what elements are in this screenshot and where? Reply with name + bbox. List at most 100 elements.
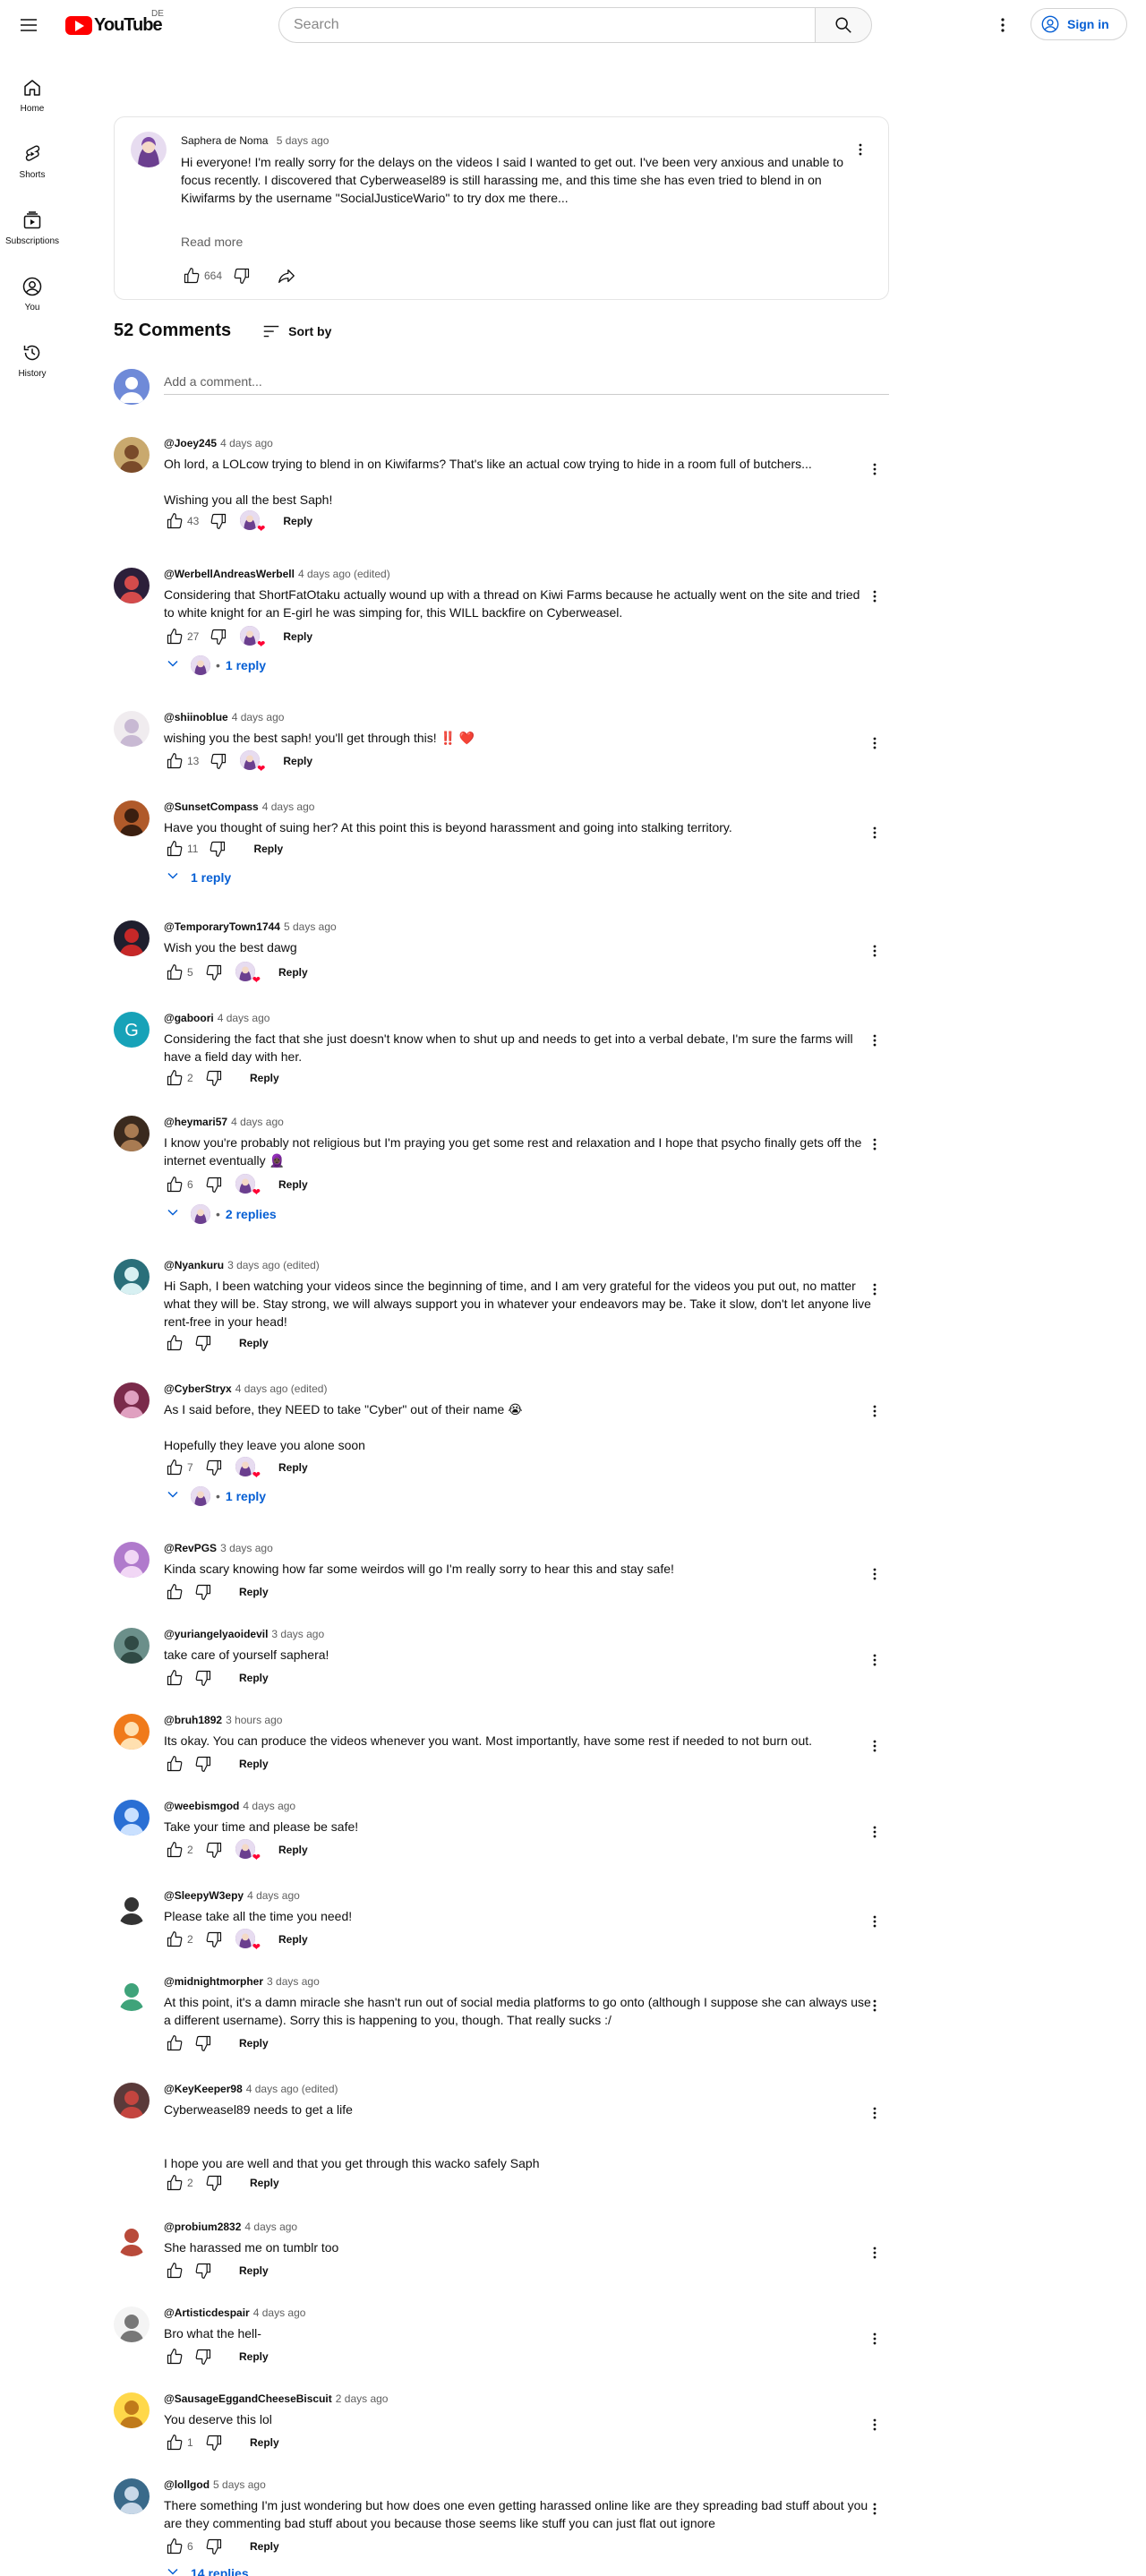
comment-time[interactable]: 3 hours ago	[226, 1714, 282, 1726]
comment-more-icon[interactable]	[864, 1279, 885, 1300]
reply-button[interactable]: Reply	[232, 1750, 276, 1777]
comment-more-icon[interactable]	[864, 2242, 885, 2264]
comment-author[interactable]: @SleepyW3epy	[164, 1889, 244, 1902]
reply-button[interactable]: Reply	[271, 959, 315, 986]
menu-icon[interactable]	[18, 14, 39, 36]
add-comment-input[interactable]	[164, 374, 889, 395]
comment-time[interactable]: 4 days ago (edited)	[298, 568, 390, 580]
reply-button[interactable]: Reply	[243, 2533, 286, 2560]
share-button[interactable]	[272, 261, 301, 290]
like-button[interactable]	[160, 2532, 189, 2561]
comment-more-icon[interactable]	[864, 732, 885, 754]
sidebar-item-subscriptions[interactable]: Subscriptions	[0, 195, 64, 261]
like-button[interactable]	[160, 1064, 189, 1092]
comment-more-icon[interactable]	[864, 1134, 885, 1155]
replies-toggle-button[interactable]: 1 reply	[164, 867, 231, 887]
commenter-avatar[interactable]	[114, 2221, 150, 2256]
search-button[interactable]	[815, 7, 872, 43]
comment-author[interactable]: @TemporaryTown1744	[164, 920, 280, 933]
commenter-avatar[interactable]	[114, 568, 150, 603]
dislike-button[interactable]	[200, 1170, 228, 1199]
like-button[interactable]	[177, 261, 206, 290]
comment-more-icon[interactable]	[864, 1649, 885, 1671]
settings-more-icon[interactable]	[992, 14, 1013, 36]
post-author-name[interactable]: Saphera de Noma	[181, 134, 268, 147]
sidebar-item-home[interactable]: Home	[0, 63, 64, 129]
sort-by-button[interactable]: Sort by	[261, 321, 331, 341]
comment-time[interactable]: 5 days ago	[213, 2478, 266, 2491]
replies-toggle-button[interactable]: 14 replies	[164, 2563, 249, 2576]
dislike-button[interactable]	[204, 622, 233, 651]
commenter-avatar[interactable]	[114, 1628, 150, 1664]
reply-button[interactable]: Reply	[243, 2169, 286, 2196]
reply-button[interactable]: Reply	[232, 2343, 276, 2370]
search-input[interactable]	[294, 17, 816, 33]
reply-button[interactable]: Reply	[276, 508, 320, 535]
dislike-button[interactable]	[200, 2428, 228, 2457]
reply-button[interactable]: Reply	[271, 1454, 315, 1481]
comment-time[interactable]: 4 days ago	[232, 711, 285, 723]
like-button[interactable]	[160, 1578, 189, 1606]
comment-time[interactable]: 3 days ago	[271, 1628, 324, 1640]
post-time[interactable]: 5 days ago	[277, 134, 329, 147]
comment-author[interactable]: @Artisticdespair	[164, 2306, 250, 2319]
commenter-avatar[interactable]	[114, 1382, 150, 1418]
commenter-avatar[interactable]	[114, 1542, 150, 1578]
reply-button[interactable]: Reply	[246, 835, 290, 862]
comment-author[interactable]: @lollgod	[164, 2478, 210, 2491]
reply-button[interactable]: Reply	[271, 1836, 315, 1863]
dislike-button[interactable]	[200, 2532, 228, 2561]
dislike-button[interactable]	[189, 2256, 218, 2285]
dislike-button[interactable]	[203, 834, 232, 863]
dislike-button[interactable]	[200, 1064, 228, 1092]
comment-author[interactable]: @weebismgod	[164, 1800, 239, 1812]
comment-time[interactable]: 5 days ago	[284, 920, 337, 933]
reply-button[interactable]: Reply	[232, 2257, 276, 2284]
comment-time[interactable]: 4 days ago	[244, 2221, 297, 2233]
dislike-button[interactable]	[200, 2169, 228, 2197]
commenter-avatar[interactable]	[114, 1116, 150, 1151]
comment-more-icon[interactable]	[864, 940, 885, 962]
comment-more-icon[interactable]	[864, 586, 885, 607]
reply-button[interactable]: Reply	[232, 2030, 276, 2057]
comment-time[interactable]: 4 days ago	[253, 2306, 306, 2319]
comment-more-icon[interactable]	[864, 2498, 885, 2520]
commenter-avatar[interactable]	[114, 2478, 150, 2514]
comment-time[interactable]: 4 days ago	[231, 1116, 284, 1128]
comment-author[interactable]: @Nyankuru	[164, 1259, 224, 1271]
commenter-avatar[interactable]	[114, 711, 150, 747]
comment-more-icon[interactable]	[864, 2414, 885, 2435]
comment-time[interactable]: 4 days ago	[262, 800, 315, 813]
dislike-button[interactable]	[204, 507, 233, 535]
comment-time[interactable]: 4 days ago	[218, 1012, 270, 1024]
reply-button[interactable]: Reply	[243, 1065, 286, 1091]
like-button[interactable]	[160, 1329, 189, 1357]
comment-more-icon[interactable]	[864, 458, 885, 480]
commenter-avatar[interactable]	[114, 1975, 150, 2011]
comment-more-icon[interactable]	[864, 1400, 885, 1422]
comment-author[interactable]: @heymari57	[164, 1116, 227, 1128]
commenter-avatar[interactable]	[114, 920, 150, 956]
dislike-button[interactable]	[200, 1925, 228, 1954]
dislike-button[interactable]	[189, 1750, 218, 1778]
commenter-avatar[interactable]: G	[114, 1012, 150, 1048]
comment-time[interactable]: 4 days ago (edited)	[235, 1382, 328, 1395]
comment-author[interactable]: @SausageEggandCheeseBiscuit	[164, 2392, 332, 2405]
replies-toggle-button[interactable]: • 1 reply	[164, 1485, 266, 1506]
like-button[interactable]	[160, 2256, 189, 2285]
comment-author[interactable]: @probium2832	[164, 2221, 241, 2233]
dislike-button[interactable]	[189, 2029, 218, 2058]
comment-more-icon[interactable]	[864, 1911, 885, 1932]
commenter-avatar[interactable]	[114, 437, 150, 473]
commenter-avatar[interactable]	[114, 1889, 150, 1925]
comment-author[interactable]: @midnightmorpher	[164, 1975, 263, 1988]
like-button[interactable]	[160, 1836, 189, 1864]
like-button[interactable]	[160, 1170, 189, 1199]
comment-more-icon[interactable]	[864, 2328, 885, 2349]
comment-author[interactable]: @yuriangelyaoidevil	[164, 1628, 268, 1640]
reply-button[interactable]: Reply	[232, 1579, 276, 1605]
comment-time[interactable]: 3 days ago (edited)	[227, 1259, 320, 1271]
comment-time[interactable]: 4 days ago	[243, 1800, 295, 1812]
read-more-button[interactable]: Read more	[181, 235, 243, 249]
comment-author[interactable]: @RevPGS	[164, 1542, 217, 1554]
